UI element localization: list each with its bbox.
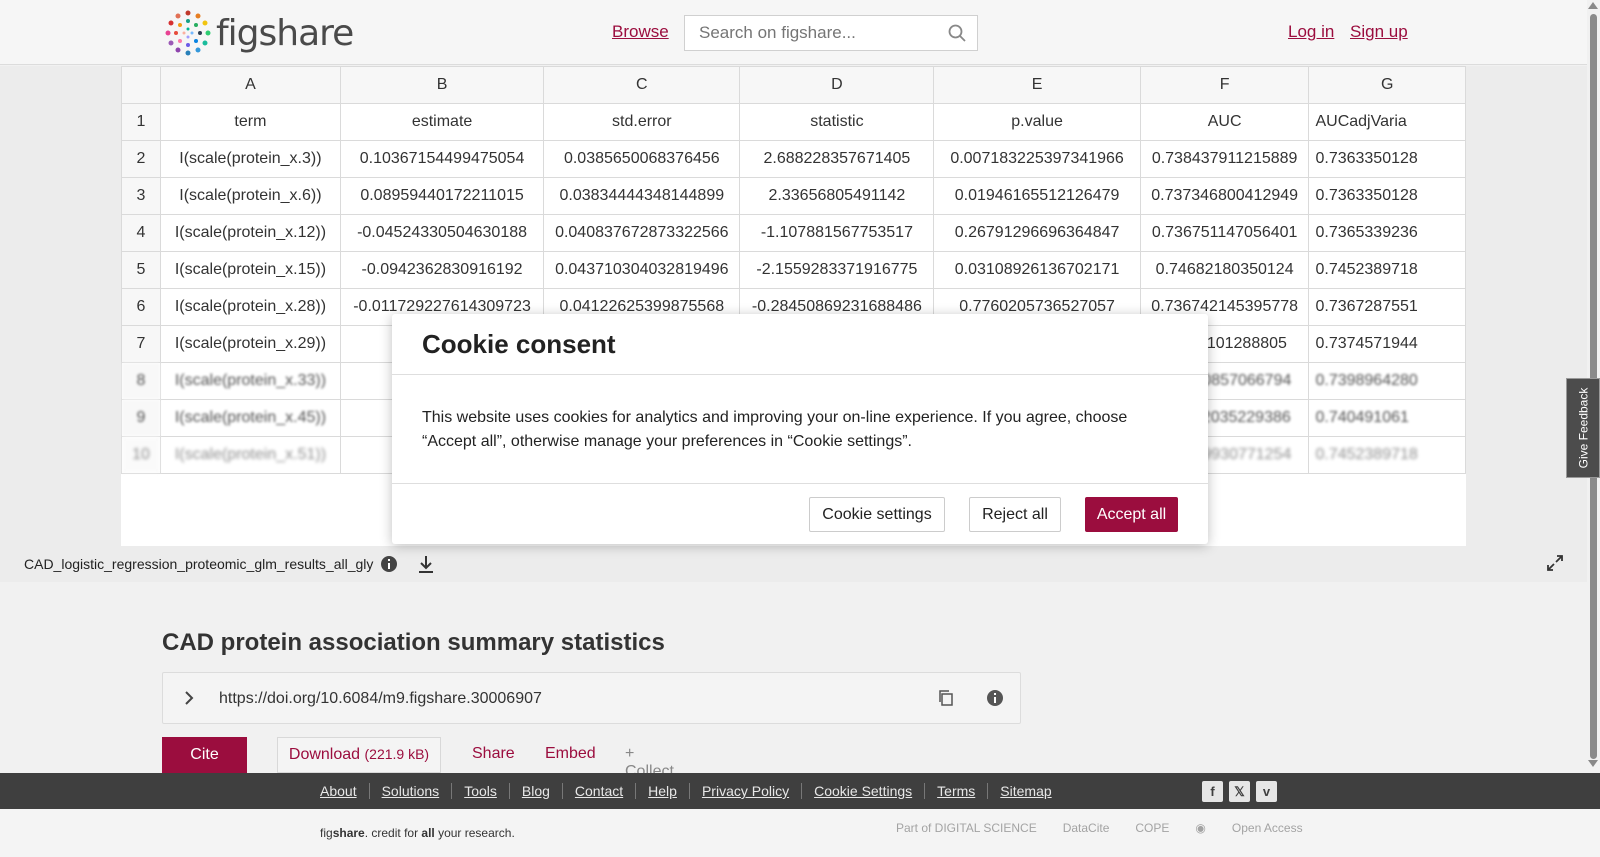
divider <box>392 483 1208 484</box>
reject-all-button[interactable]: Reject all <box>969 497 1061 532</box>
cookie-title: Cookie consent <box>422 329 616 359</box>
accept-all-button[interactable]: Accept all <box>1085 497 1178 532</box>
cookie-consent-dialog: Cookie consent This website uses cookies… <box>392 314 1208 544</box>
cookie-settings-button[interactable]: Cookie settings <box>809 497 945 532</box>
divider <box>392 374 1208 375</box>
modal-overlay: Cookie consent This website uses cookies… <box>0 0 1600 857</box>
cookie-message: This website uses cookies for analytics … <box>422 409 1128 450</box>
